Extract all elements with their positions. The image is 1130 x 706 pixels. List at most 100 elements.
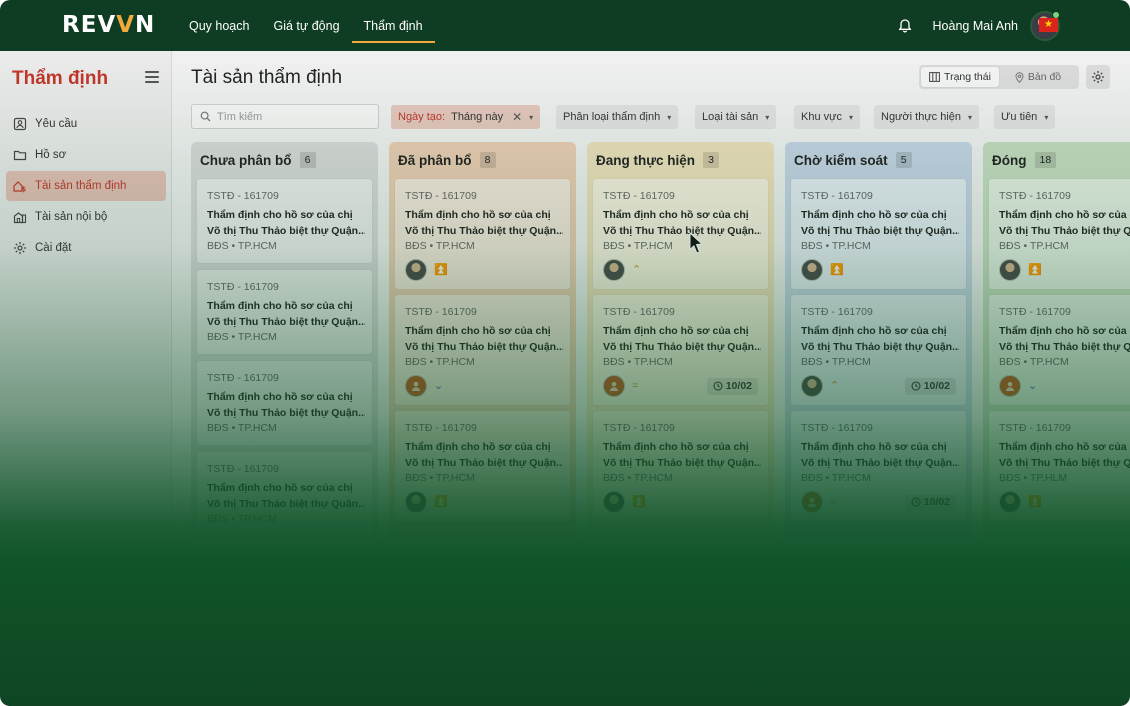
filter-created-date[interactable]: Ngày tạo: Tháng này ✕ ▾ bbox=[391, 105, 541, 129]
assignee-avatar[interactable] bbox=[405, 375, 427, 397]
search-input[interactable]: Tìm kiếm bbox=[191, 104, 379, 129]
task-card[interactable]: TSTĐ - 161709 Thẩm định cho hồ sơ của ch… bbox=[989, 179, 1130, 289]
task-card[interactable]: TSTĐ - 161709 Thẩm định cho hồ sơ của ch… bbox=[197, 361, 372, 445]
filter-classification[interactable]: Phân loại thẩm định ▾ bbox=[556, 105, 679, 129]
filter-classification-label: Phân loại thẩm định bbox=[563, 111, 661, 123]
card-code: TSTĐ - 161709 bbox=[801, 422, 873, 434]
filter-priority[interactable]: Ưu tiên ▾ bbox=[994, 105, 1056, 129]
board-settings-button[interactable] bbox=[1086, 65, 1110, 89]
sidebar-item-appraisal-assets[interactable]: $ Tài sản thẩm định bbox=[6, 171, 166, 201]
card-description: Thẩm định cho hồ sơ của chị Võ thị Thu Th… bbox=[207, 298, 365, 330]
card-meta: BĐS • TP.HCM bbox=[999, 240, 1069, 252]
card-code: TSTĐ - 161709 bbox=[999, 306, 1071, 318]
user-icon bbox=[609, 381, 619, 391]
chevron-down-icon: ▾ bbox=[667, 112, 672, 122]
card-desc-line: Võ thị Thu Thảo biệt thự Quận... bbox=[405, 225, 563, 237]
filter-region[interactable]: Khu vực ▾ bbox=[794, 105, 861, 129]
column-assigned: Đã phân bổ 8 TSTĐ - 161709 Thẩm định cho … bbox=[389, 142, 576, 542]
filter-assignee[interactable]: Người thực hiện ▾ bbox=[874, 105, 980, 129]
card-meta: BĐS • TP.HCM bbox=[801, 240, 871, 252]
sidebar-item-files[interactable]: Hồ sơ bbox=[6, 140, 166, 170]
card-footer: ⏫ bbox=[999, 259, 1130, 281]
user-name[interactable]: Hoàng Mai Anh bbox=[933, 19, 1018, 33]
card-code: TSTĐ - 161709 bbox=[405, 306, 477, 318]
vietnam-flag-icon[interactable]: ★ bbox=[1039, 18, 1058, 32]
card-description: Thẩm định cho hồ sơ của chị Võ thị Thu Th… bbox=[603, 323, 761, 355]
bell-icon[interactable] bbox=[897, 18, 913, 34]
assignee-avatar[interactable] bbox=[801, 259, 823, 281]
task-card[interactable]: TSTĐ - 161709 Thẩm định cho hồ sơ của ch… bbox=[791, 179, 966, 289]
close-icon[interactable]: ✕ bbox=[512, 110, 522, 124]
assignee-avatar[interactable] bbox=[999, 375, 1021, 397]
priority-icon: ⏫ bbox=[434, 495, 448, 508]
card-desc-line: Thẩm định cho hồ sơ của chị bbox=[405, 441, 551, 453]
card-desc-line: Thẩm định cho hồ sơ của chị bbox=[603, 441, 749, 453]
view-status-button[interactable]: Trạng thái bbox=[921, 67, 999, 87]
sidebar-item-label: Tài sản nội bộ bbox=[35, 211, 108, 223]
assignee-avatar[interactable] bbox=[801, 375, 823, 397]
assignee-avatar[interactable] bbox=[999, 491, 1021, 513]
task-card[interactable]: TSTĐ - 161709 Thẩm định cho hồ sơ của ch… bbox=[395, 179, 570, 289]
filter-region-label: Khu vực bbox=[801, 111, 842, 123]
task-card[interactable]: TSTĐ - 161709 Thẩm định cho hồ sơ của ch… bbox=[197, 452, 372, 536]
card-code: TSTĐ - 161709 bbox=[405, 190, 477, 202]
due-date-badge: 10/02 bbox=[904, 377, 956, 395]
card-code: TSTĐ - 161709 bbox=[999, 422, 1071, 434]
task-card[interactable]: TSTĐ - 161709 Thẩm định cho hồ sơ của ch… bbox=[593, 411, 768, 521]
card-description: Thẩm định cho hồ sơ của chị Võ thị Thu Th… bbox=[603, 439, 761, 471]
card-desc-line: Thẩm định cho hồ sơ của chị bbox=[207, 482, 353, 494]
due-date-badge: 10/02 bbox=[904, 493, 956, 511]
card-desc-line: Võ thị Thu Thảo biệt thự Quận... bbox=[999, 341, 1130, 353]
card-desc-line: Thẩm định cho hồ sơ của chị bbox=[207, 300, 353, 312]
task-card[interactable]: TSTĐ - 161709 Thẩm định cho hồ sơ của ch… bbox=[593, 295, 768, 405]
nav-item-auto-price[interactable]: Giá tự động bbox=[261, 0, 351, 51]
assignee-avatar[interactable] bbox=[801, 491, 823, 513]
filter-created-label: Ngày tạo: bbox=[398, 111, 446, 123]
asset-appraisal-icon: $ bbox=[13, 181, 26, 193]
column-count-badge: 8 bbox=[479, 152, 496, 168]
task-card[interactable]: TSTĐ - 161709 Thẩm định cho hồ sơ của ch… bbox=[989, 295, 1130, 405]
card-meta: BĐS • TP.HCM bbox=[405, 356, 475, 368]
task-card[interactable]: TSTĐ - 161709 Thẩm định cho hồ sơ của ch… bbox=[791, 295, 966, 405]
card-desc-line: Võ thị Thu Thảo biệt thự Quận... bbox=[999, 457, 1130, 469]
assignee-avatar[interactable] bbox=[603, 375, 625, 397]
task-card[interactable]: TSTĐ - 161709 Thẩm định cho hồ sơ của ch… bbox=[593, 179, 768, 289]
gear-icon bbox=[14, 242, 26, 254]
assignee-avatar[interactable] bbox=[603, 491, 625, 513]
view-map-button[interactable]: Bản đồ bbox=[999, 67, 1077, 87]
assignee-avatar[interactable] bbox=[405, 259, 427, 281]
assignee-avatar[interactable] bbox=[603, 259, 625, 281]
card-desc-line: Võ thị Thu Thảo biệt thự Quận... bbox=[405, 457, 563, 469]
sidebar-item-settings[interactable]: Cài đặt bbox=[6, 233, 166, 263]
card-desc-line: Võ thị Thu Thảo biệt thự Quận... bbox=[207, 498, 365, 510]
card-description: Thẩm định cho hồ sơ của chị Võ thị Thu Th… bbox=[999, 323, 1130, 355]
card-footer: ⌄ bbox=[999, 375, 1130, 397]
card-meta: BĐS • TP.HCM bbox=[603, 240, 673, 252]
nav-item-planning[interactable]: Quy hoạch bbox=[177, 0, 261, 51]
nav-item-appraisal[interactable]: Thẩm định bbox=[351, 0, 435, 51]
filter-asset-type[interactable]: Loại tài sản ▾ bbox=[695, 105, 777, 129]
task-card[interactable]: TSTĐ - 161709 Thẩm định cho hồ sơ của ch… bbox=[197, 270, 372, 354]
hamburger-menu-icon[interactable] bbox=[145, 71, 159, 83]
sidebar-item-requests[interactable]: Yêu cầu bbox=[6, 109, 166, 139]
priority-icon: ⏫ bbox=[830, 263, 844, 276]
card-meta: BĐS • TP.HCM bbox=[207, 513, 277, 525]
sidebar-item-internal-assets[interactable]: Tài sản nội bộ bbox=[6, 202, 166, 232]
chevron-down-icon: ▾ bbox=[1044, 112, 1049, 122]
card-footer: = 10/02 bbox=[603, 375, 758, 397]
task-card[interactable]: TSTĐ - 161709 Thẩm định cho hồ sơ của ch… bbox=[989, 411, 1130, 521]
card-code: TSTĐ - 161709 bbox=[603, 190, 675, 202]
assignee-avatar[interactable] bbox=[999, 259, 1021, 281]
card-footer: = 10/02 bbox=[801, 491, 956, 513]
column-closed: Đóng 18 TSTĐ - 161709 Thẩm định cho hồ sơ… bbox=[983, 142, 1130, 542]
card-description: Thẩm định cho hồ sơ của chị Võ thị Thu Th… bbox=[207, 207, 365, 239]
assignee-avatar[interactable] bbox=[405, 491, 427, 513]
logo-text-tail: N bbox=[135, 12, 156, 38]
card-meta: BĐS • TP.HCM bbox=[207, 422, 277, 434]
task-card[interactable]: TSTĐ - 161709 Thẩm định cho hồ sơ của ch… bbox=[197, 179, 372, 263]
brand-logo[interactable]: REV V N bbox=[62, 12, 155, 38]
task-card[interactable]: TSTĐ - 161709 Thẩm định cho hồ sơ của ch… bbox=[791, 411, 966, 521]
task-card[interactable]: TSTĐ - 161709 Thẩm định cho hồ sơ của ch… bbox=[395, 411, 570, 521]
task-card[interactable]: TSTĐ - 161709 Thẩm định cho hồ sơ của ch… bbox=[395, 295, 570, 405]
sidebar: Thẩm định Yêu cầu Hồ sơ $ Tài sản thẩm đ… bbox=[0, 51, 172, 706]
